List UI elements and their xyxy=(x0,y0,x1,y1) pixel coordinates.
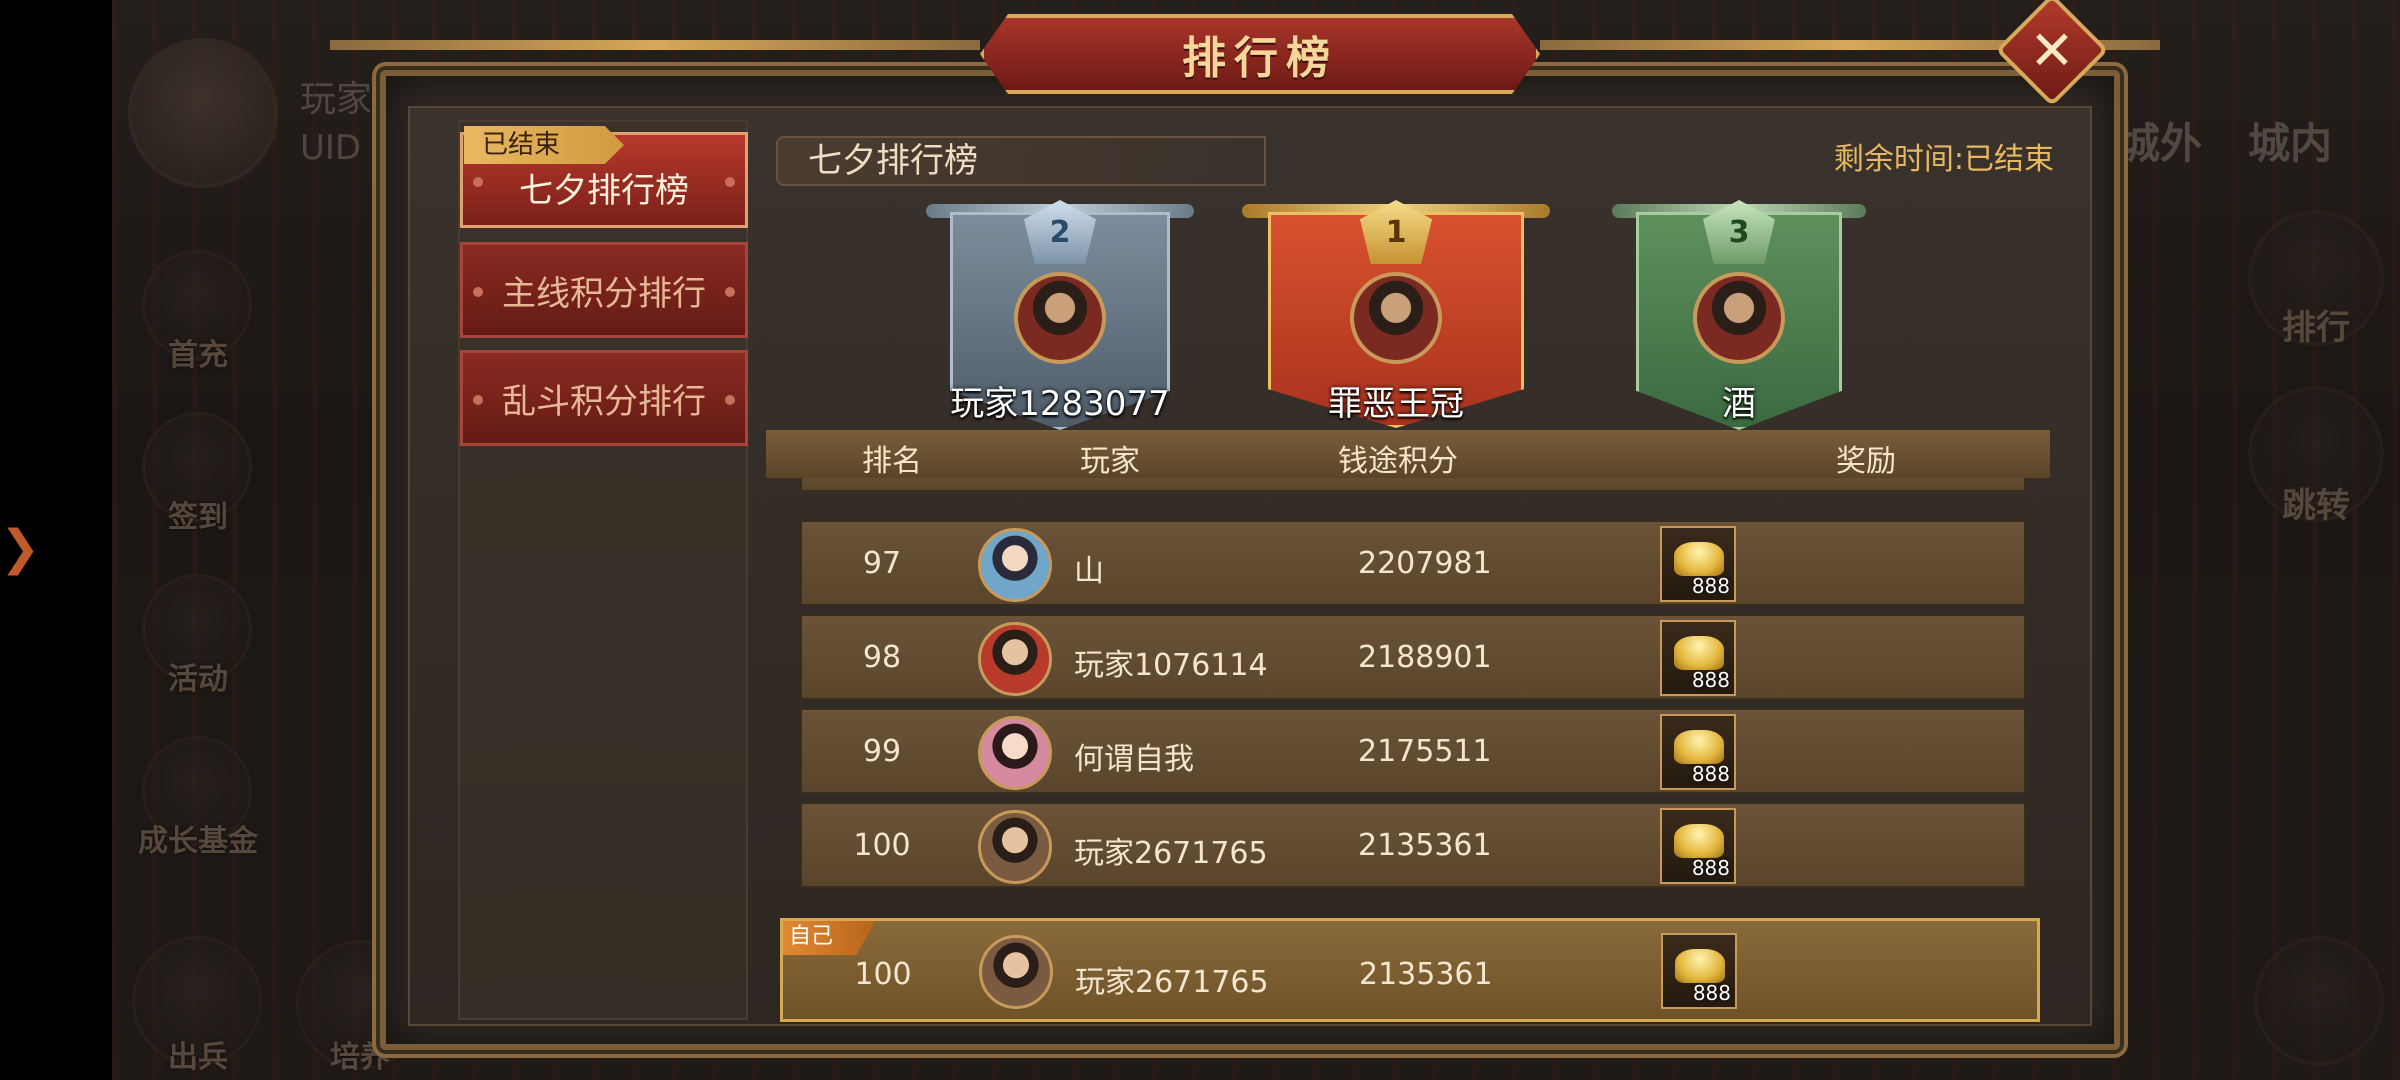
reward-count: 888 xyxy=(1691,856,1730,880)
table-row[interactable]: 99 何谓自我 2175511 888 xyxy=(800,708,2026,794)
table-row[interactable]: 98 玩家1076114 2188901 888 xyxy=(800,614,2026,700)
row-player-name: 玩家2671765 xyxy=(1074,836,1268,871)
reward-item[interactable]: 888 xyxy=(1660,714,1736,790)
tab-main-quest-ranking[interactable]: 主线积分排行 xyxy=(460,242,748,338)
self-rank: 100 xyxy=(854,957,912,992)
tab-main-quest-ranking-label: 主线积分排行 xyxy=(502,273,706,314)
column-reward: 奖励 xyxy=(1836,444,1896,479)
podium-third[interactable]: 3 酒 xyxy=(1612,200,1866,430)
table-row[interactable]: 100 玩家2671765 2135361 888 xyxy=(800,802,2026,888)
dialog-title-banner: 排行榜 xyxy=(980,14,1540,94)
gold-ingot-icon xyxy=(1675,949,1725,983)
game-screen: { "background": { "player_name": "玩家", "… xyxy=(0,0,2400,1080)
self-tag: 自己 xyxy=(783,921,875,955)
remaining-time: 剩余时间:已结束 xyxy=(1833,142,2054,177)
self-player-name: 玩家2671765 xyxy=(1075,965,1269,1000)
table-row[interactable]: 97 山 2207981 888 xyxy=(800,520,2026,606)
row-rank: 97 xyxy=(862,546,902,581)
table-row-partial xyxy=(800,478,2026,492)
tab-brawl-ranking[interactable]: 乱斗积分排行 xyxy=(460,350,748,446)
board-title: 七夕排行榜 xyxy=(776,136,1266,186)
row-avatar[interactable] xyxy=(978,528,1052,602)
self-avatar[interactable] xyxy=(979,935,1053,1009)
ranking-table-header: 排名 玩家 钱途积分 奖励 xyxy=(766,430,2050,479)
gold-ingot-icon xyxy=(1674,542,1724,576)
gold-ingot-icon xyxy=(1674,636,1724,670)
row-score: 2207981 xyxy=(1358,546,1492,581)
podium-first[interactable]: 1 罪恶王冠 xyxy=(1242,200,1550,428)
self-score: 2135361 xyxy=(1359,957,1493,992)
podium-first-avatar xyxy=(1350,272,1442,364)
row-score: 2135361 xyxy=(1358,828,1492,863)
reward-count: 888 xyxy=(1691,574,1730,598)
reward-item[interactable]: 888 xyxy=(1660,526,1736,602)
collapse-arrow-icon[interactable]: ❯ xyxy=(0,520,40,580)
ended-badge: 已结束 xyxy=(464,126,624,164)
podium-first-name: 罪恶王冠 xyxy=(1328,384,1464,424)
reward-count: 888 xyxy=(1692,981,1731,1005)
row-score: 2175511 xyxy=(1358,734,1492,769)
close-icon[interactable]: ✕ xyxy=(2012,10,2092,90)
reward-count: 888 xyxy=(1691,668,1730,692)
podium-second-avatar xyxy=(1014,272,1106,364)
row-avatar[interactable] xyxy=(978,716,1052,790)
gold-ingot-icon xyxy=(1674,824,1724,858)
column-rank: 排名 xyxy=(862,444,922,479)
podium-second-name: 玩家1283077 xyxy=(950,384,1170,424)
self-ranking-row[interactable]: 自己 100 玩家2671765 2135361 888 xyxy=(780,918,2040,1022)
podium-third-avatar xyxy=(1693,272,1785,364)
ranking-list[interactable]: 97 山 2207981 888 98 玩家1076114 2188901 88… xyxy=(800,478,2026,898)
dialog-title: 排行榜 xyxy=(1182,33,1338,84)
column-score: 钱途积分 xyxy=(1338,444,1458,479)
column-player: 玩家 xyxy=(1080,444,1140,479)
gold-ingot-icon xyxy=(1674,730,1724,764)
reward-count: 888 xyxy=(1691,762,1730,786)
podium-third-name: 酒 xyxy=(1722,384,1756,424)
row-rank: 100 xyxy=(853,828,911,863)
row-rank: 98 xyxy=(862,640,902,675)
row-player-name: 玩家1076114 xyxy=(1074,648,1268,683)
row-player-name: 何谓自我 xyxy=(1074,742,1194,777)
self-reward-item[interactable]: 888 xyxy=(1661,933,1737,1009)
reward-item[interactable]: 888 xyxy=(1660,620,1736,696)
tab-brawl-ranking-label: 乱斗积分排行 xyxy=(502,381,706,422)
row-rank: 99 xyxy=(862,734,902,769)
row-avatar[interactable] xyxy=(978,810,1052,884)
podium-second[interactable]: 2 玩家1283077 xyxy=(926,200,1194,430)
reward-item[interactable]: 888 xyxy=(1660,808,1736,884)
row-avatar[interactable] xyxy=(978,622,1052,696)
row-player-name: 山 xyxy=(1074,554,1104,589)
title-ornament-left xyxy=(330,40,980,50)
tab-qixi-ranking-label: 七夕排行榜 xyxy=(519,170,689,211)
row-score: 2188901 xyxy=(1358,640,1492,675)
